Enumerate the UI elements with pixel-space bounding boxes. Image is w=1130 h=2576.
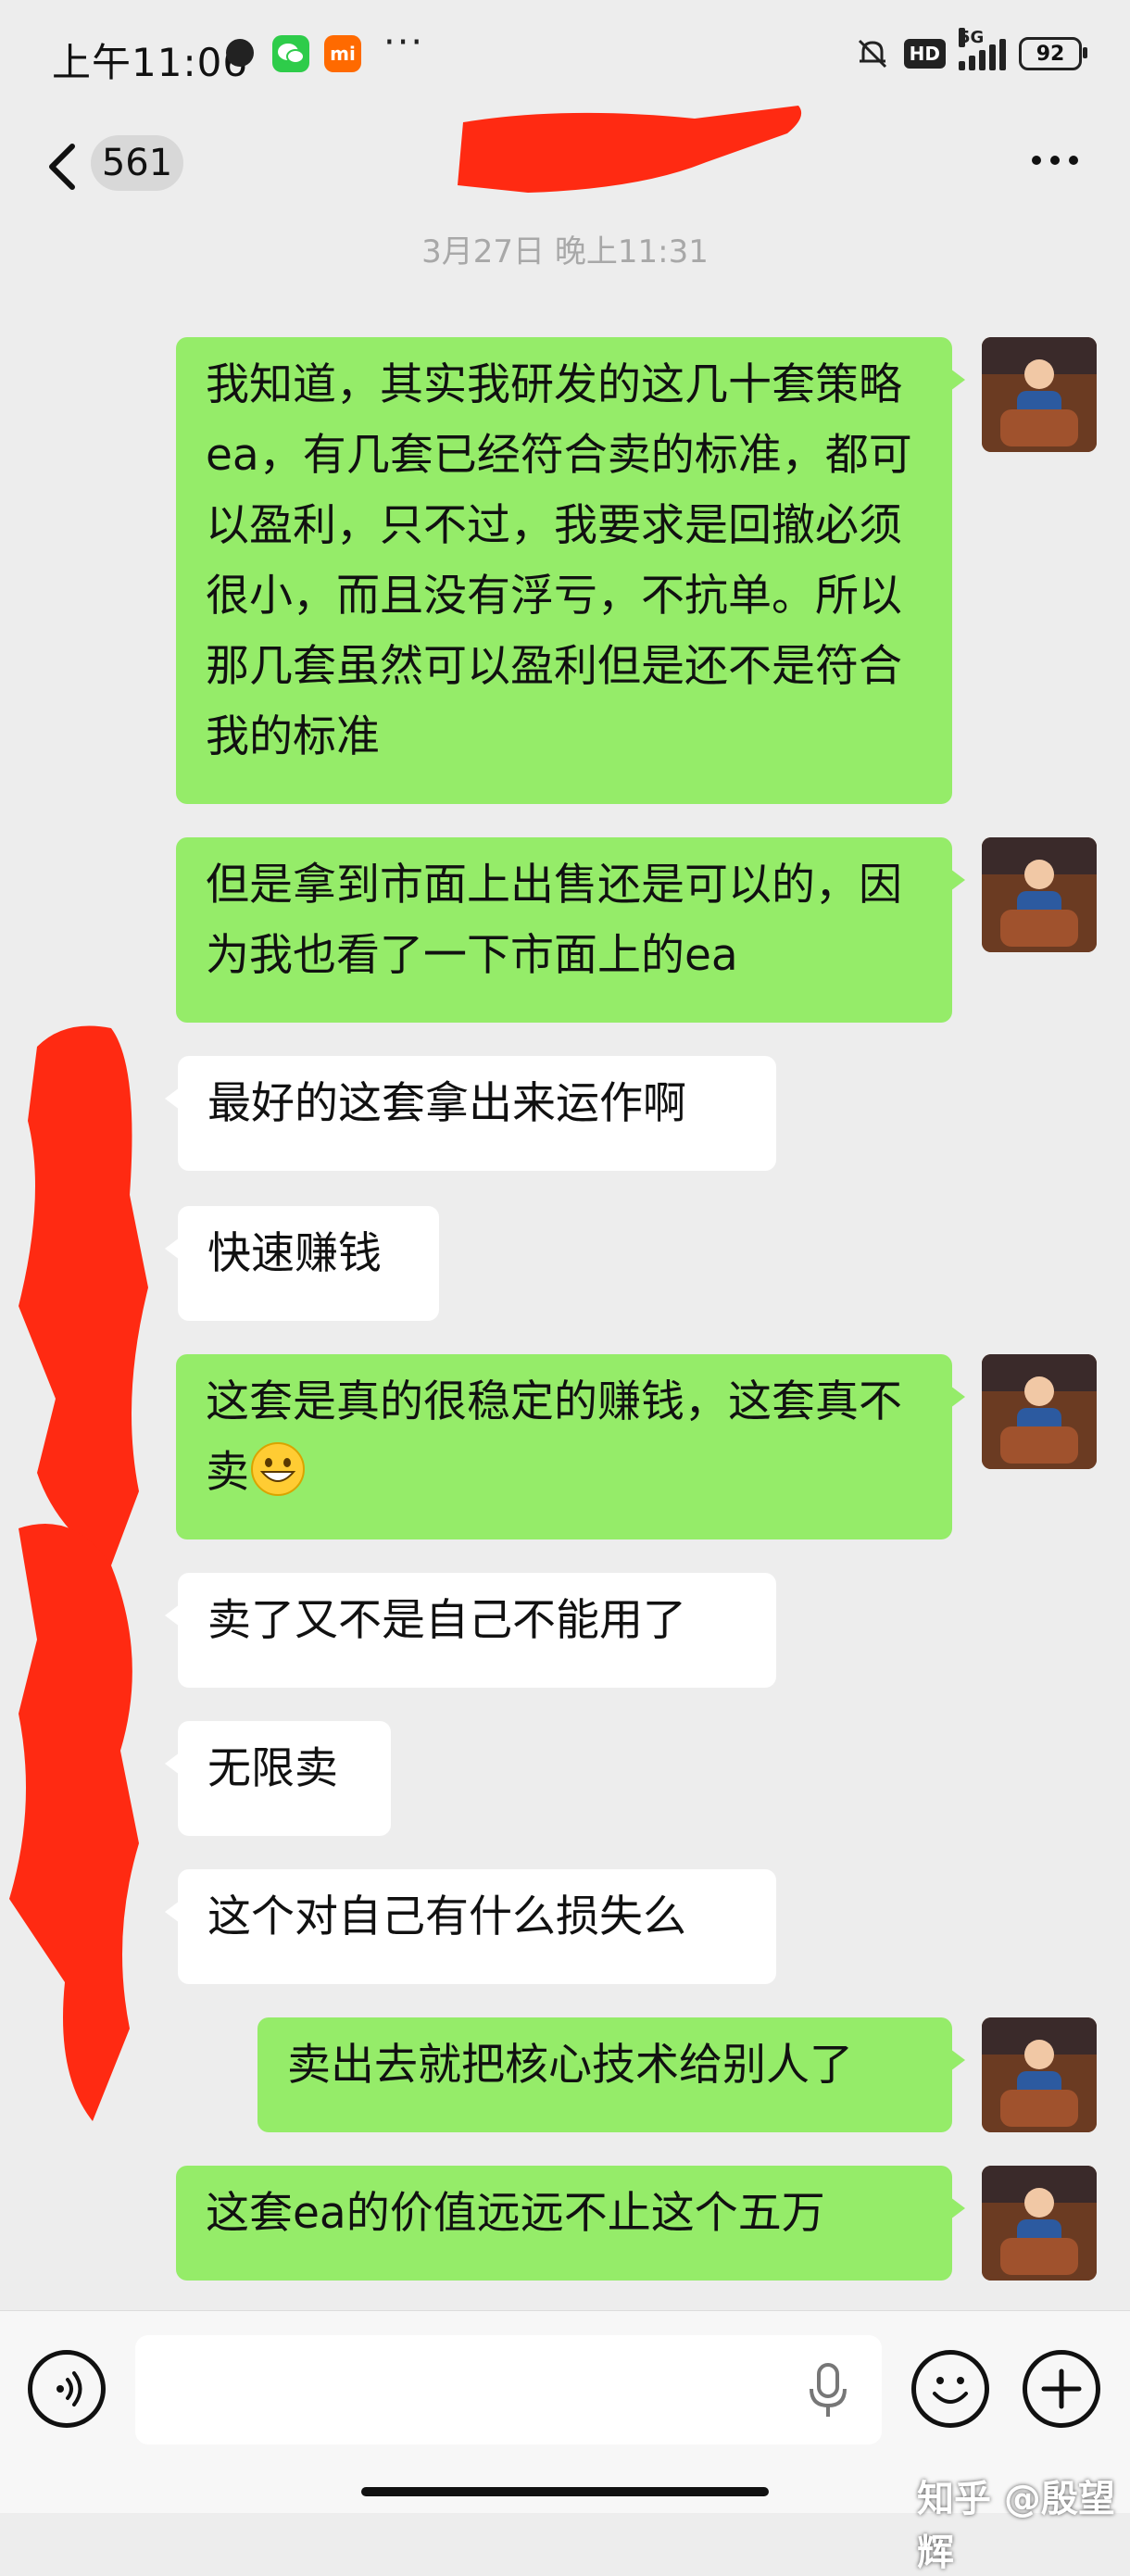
message-text: 我知道，其实我研发的这几十套策略ea，有几套已经符合卖的标准，都可以盈利，只不过… <box>206 359 912 762</box>
message-bubble-outgoing[interactable]: 我知道，其实我研发的这几十套策略ea，有几套已经符合卖的标准，都可以盈利，只不过… <box>176 337 965 804</box>
message-text: 卖了又不是自己不能用了 <box>207 1595 686 1646</box>
signal-icon: 5G <box>959 28 1006 70</box>
message-bubble-outgoing[interactable]: 卖出去就把核心技术给别人了 <box>257 2017 965 2132</box>
muted-bell-icon <box>858 39 886 69</box>
home-indicator[interactable] <box>361 2487 769 2496</box>
message-text: 但是拿到市面上出售还是可以的，因为我也看了一下市面上的ea <box>206 860 902 981</box>
redacted-contact-name <box>458 106 802 193</box>
message-text: 无限卖 <box>207 1743 338 1794</box>
back-arrow-icon[interactable] <box>41 139 87 195</box>
my-avatar[interactable] <box>982 837 1097 952</box>
grinning-face-icon <box>251 1442 305 1496</box>
message-timestamp: 3月27日 晚上11:31 <box>421 233 709 270</box>
my-avatar[interactable] <box>982 1354 1097 1469</box>
battery-level: 92 <box>1036 42 1065 66</box>
emoji-button[interactable] <box>911 2350 989 2428</box>
wechat-notification-icon <box>272 35 309 72</box>
more-notifications-icon: ··· <box>383 21 425 64</box>
message-text: 快速赚钱 <box>207 1228 382 1279</box>
message-bubble-outgoing[interactable]: 但是拿到市面上出售还是可以的，因为我也看了一下市面上的ea <box>176 837 965 1023</box>
voice-input-button[interactable] <box>28 2350 106 2428</box>
status-bar: 上午11:06 mi ··· HD 5G 92 <box>0 0 1130 111</box>
message-text: 这个对自己有什么损失么 <box>207 1891 686 1942</box>
mi-app-icon: mi <box>324 35 361 72</box>
battery-icon: 92 <box>1019 37 1087 70</box>
message-bubble-incoming[interactable]: 这个对自己有什么损失么 <box>165 1869 776 1984</box>
message-bubble-incoming[interactable]: 卖了又不是自己不能用了 <box>165 1573 776 1688</box>
unread-count-badge[interactable]: 561 <box>91 135 183 191</box>
message-input[interactable] <box>135 2335 882 2444</box>
more-functions-button[interactable] <box>1023 2350 1100 2428</box>
plus-icon <box>1041 2369 1082 2409</box>
network-type: 5G <box>959 28 985 47</box>
my-avatar[interactable] <box>982 337 1097 452</box>
hd-icon: HD <box>903 39 946 69</box>
do-not-disturb-icon <box>226 39 254 67</box>
more-options-icon[interactable] <box>1032 156 1078 165</box>
voice-wave-icon <box>56 2371 82 2406</box>
redacted-contact-avatars <box>9 1025 148 2121</box>
microphone-icon[interactable] <box>808 2361 848 2420</box>
message-bubble-incoming[interactable]: 快速赚钱 <box>165 1206 439 1321</box>
message-text: 这套ea的价值远远不止这个五万 <box>206 2188 825 2239</box>
message-bubble-incoming[interactable]: 最好的这套拿出来运作啊 <box>165 1056 776 1171</box>
message-text: 这套是真的很稳定的赚钱，这套真不卖 <box>206 1376 902 1498</box>
smiley-icon <box>933 2377 968 2404</box>
my-avatar[interactable] <box>982 2017 1097 2132</box>
message-bubble-incoming[interactable]: 无限卖 <box>165 1721 391 1836</box>
status-time: 上午11:06 <box>52 40 249 85</box>
my-avatar[interactable] <box>982 2166 1097 2281</box>
chat-input-bar: 知乎 @殷望辉 <box>0 2310 1130 2574</box>
watermark: 知乎 @殷望辉 <box>917 2478 1115 2574</box>
message-text: 最好的这套拿出来运作啊 <box>207 1078 686 1129</box>
message-bubble-outgoing[interactable]: 这套是真的很稳定的赚钱，这套真不卖 <box>176 1354 965 1539</box>
message-bubble-outgoing[interactable]: 这套ea的价值远远不止这个五万 <box>176 2166 965 2281</box>
message-text: 卖出去就把核心技术给别人了 <box>287 2040 853 2091</box>
